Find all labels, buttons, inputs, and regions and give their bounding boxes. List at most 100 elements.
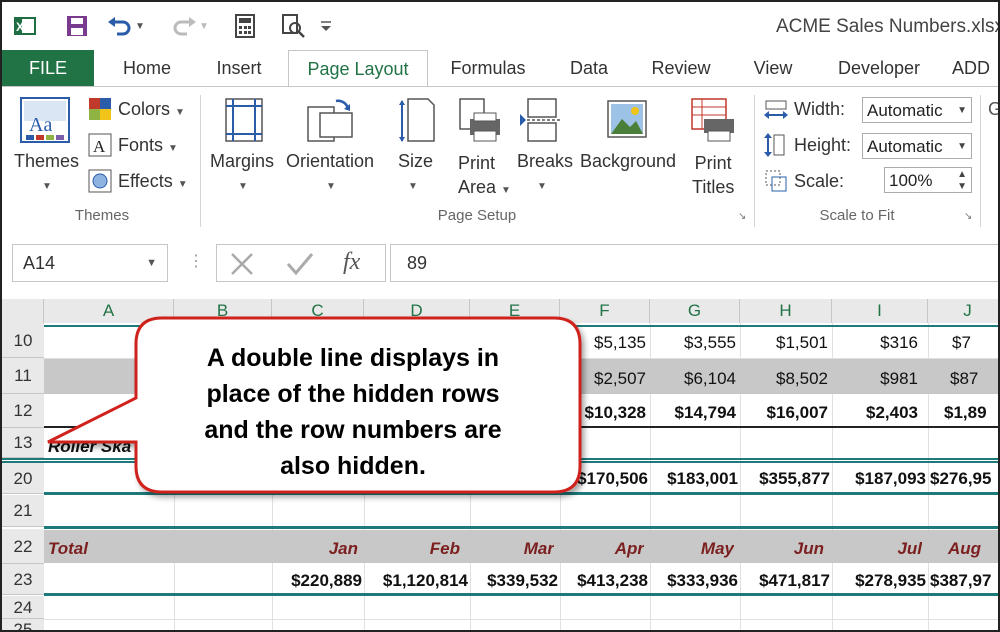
row-header-12[interactable]: 12 [2, 394, 44, 428]
fonts-button[interactable]: Fonts ▼ [118, 135, 178, 156]
scale-spinner[interactable]: 100% ▲ ▼ [884, 167, 972, 193]
cell-f10[interactable]: $5,135 [560, 333, 646, 353]
cell-f12[interactable]: $10,328 [560, 403, 646, 423]
row-header-13[interactable]: 13 [2, 428, 44, 458]
cell-j12[interactable]: $1,89 [928, 403, 998, 423]
cancel-icon[interactable] [229, 251, 255, 282]
tab-page-layout[interactable]: Page Layout [288, 50, 428, 88]
tab-file[interactable]: FILE [2, 50, 94, 86]
cell-f11[interactable]: $2,507 [560, 369, 646, 389]
cell-f20[interactable]: $170,506 [560, 469, 648, 489]
cell-d23[interactable]: $1,120,814 [364, 571, 468, 591]
tab-data[interactable]: Data [556, 50, 622, 86]
row-header-22[interactable]: 22 [2, 529, 44, 564]
cell-g12[interactable]: $14,794 [650, 403, 736, 423]
tab-insert[interactable]: Insert [200, 50, 278, 86]
tab-developer[interactable]: Developer [824, 50, 934, 86]
page-setup-launcher-icon[interactable]: ↘ [738, 211, 746, 222]
margins-icon [224, 97, 264, 148]
cell-i23[interactable]: $278,935 [832, 571, 926, 591]
name-box[interactable]: A14 ▼ [12, 244, 168, 282]
size-button[interactable]: Size [398, 151, 433, 172]
formula-buttons: fx [216, 244, 386, 282]
col-header-j[interactable]: J [928, 299, 998, 323]
height-dropdown[interactable]: Automatic ▼ [862, 133, 972, 159]
tab-home[interactable]: Home [106, 50, 188, 86]
row-header-25[interactable]: 25 [2, 619, 44, 630]
width-dropdown[interactable]: Automatic ▼ [862, 97, 972, 123]
cell-h12[interactable]: $16,007 [740, 403, 828, 423]
cell-d22[interactable]: Feb [364, 539, 460, 559]
row-header-10[interactable]: 10 [2, 323, 44, 358]
cell-h20[interactable]: $355,877 [740, 469, 830, 489]
col-header-f[interactable]: F [560, 299, 650, 323]
col-header-d[interactable]: D [364, 299, 470, 323]
formula-input[interactable]: 89 [390, 244, 998, 282]
cell-j23[interactable]: $387,97 [928, 571, 998, 591]
cell-i11[interactable]: $981 [832, 369, 918, 389]
cell-h10[interactable]: $1,501 [740, 333, 828, 353]
tab-formulas[interactable]: Formulas [438, 50, 538, 86]
row-header-20[interactable]: 20 [2, 463, 44, 494]
cell-g10[interactable]: $3,555 [650, 333, 736, 353]
cell-f22[interactable]: Apr [560, 539, 644, 559]
print-titles-label-2: Titles [692, 177, 735, 197]
select-all-corner[interactable] [2, 299, 44, 323]
col-header-b[interactable]: B [174, 299, 272, 323]
cell-i20[interactable]: $187,093 [832, 469, 926, 489]
cell-g20[interactable]: $183,001 [650, 469, 738, 489]
colors-button[interactable]: Colors ▼ [118, 99, 185, 120]
save-icon[interactable] [62, 12, 92, 40]
tab-view[interactable]: View [742, 50, 804, 86]
customize-icon[interactable] [316, 12, 336, 40]
col-header-a[interactable]: A [44, 299, 174, 323]
orientation-button[interactable]: Orientation [286, 151, 374, 172]
scale-to-fit-launcher-icon[interactable]: ↘ [964, 211, 972, 222]
undo-icon[interactable]: ▼ [106, 12, 146, 40]
themes-button[interactable]: Themes [14, 151, 79, 172]
col-header-h[interactable]: H [740, 299, 832, 323]
cell-f23[interactable]: $413,238 [560, 571, 648, 591]
cell-h22[interactable]: Jun [740, 539, 824, 559]
formula-bar-grip-icon: ⋮ [188, 253, 204, 270]
col-header-c[interactable]: C [272, 299, 364, 323]
cell-i10[interactable]: $316 [832, 333, 918, 353]
cell-j10[interactable]: $7 [928, 333, 998, 353]
cell-j20[interactable]: $276,95 [928, 469, 998, 489]
cell-i22[interactable]: Jul [832, 539, 922, 559]
cell-a22[interactable]: Total [48, 539, 168, 559]
col-header-g[interactable]: G [650, 299, 740, 323]
tab-review[interactable]: Review [638, 50, 724, 86]
background-button[interactable]: Background [580, 151, 676, 172]
print-area-button[interactable]: Print Area ▼ [458, 151, 511, 203]
effects-button[interactable]: Effects ▼ [118, 171, 188, 192]
cell-e22[interactable]: Mar [470, 539, 554, 559]
cell-c23[interactable]: $220,889 [272, 571, 362, 591]
breaks-button[interactable]: Breaks [517, 151, 573, 172]
print-titles-button[interactable]: Print Titles [692, 151, 734, 199]
cell-g23[interactable]: $333,936 [650, 571, 738, 591]
margins-button[interactable]: Margins [210, 151, 274, 172]
redo-icon[interactable]: ▼ [170, 12, 210, 40]
cell-i12[interactable]: $2,403 [832, 403, 918, 423]
row-header-21[interactable]: 21 [2, 495, 44, 527]
cell-g22[interactable]: May [650, 539, 734, 559]
cell-h11[interactable]: $8,502 [740, 369, 828, 389]
col-header-e[interactable]: E [470, 299, 560, 323]
col-header-i[interactable]: I [832, 299, 928, 323]
tab-add[interactable]: ADD [952, 50, 998, 86]
cell-h23[interactable]: $471,817 [740, 571, 830, 591]
row-header-23[interactable]: 23 [2, 564, 44, 595]
calculator-icon[interactable] [230, 12, 260, 40]
cell-j22[interactable]: Aug [928, 539, 998, 559]
cell-e23[interactable]: $339,532 [470, 571, 558, 591]
print-preview-icon[interactable] [278, 12, 308, 40]
cell-c22[interactable]: Jan [272, 539, 358, 559]
row-header-11[interactable]: 11 [2, 358, 44, 394]
cell-g11[interactable]: $6,104 [650, 369, 736, 389]
cell-j11[interactable]: $87 [928, 369, 998, 389]
row-header-24[interactable]: 24 [2, 596, 44, 619]
row-top-rule [44, 325, 998, 327]
enter-icon[interactable] [285, 251, 315, 282]
insert-function-icon[interactable]: fx [343, 249, 360, 276]
